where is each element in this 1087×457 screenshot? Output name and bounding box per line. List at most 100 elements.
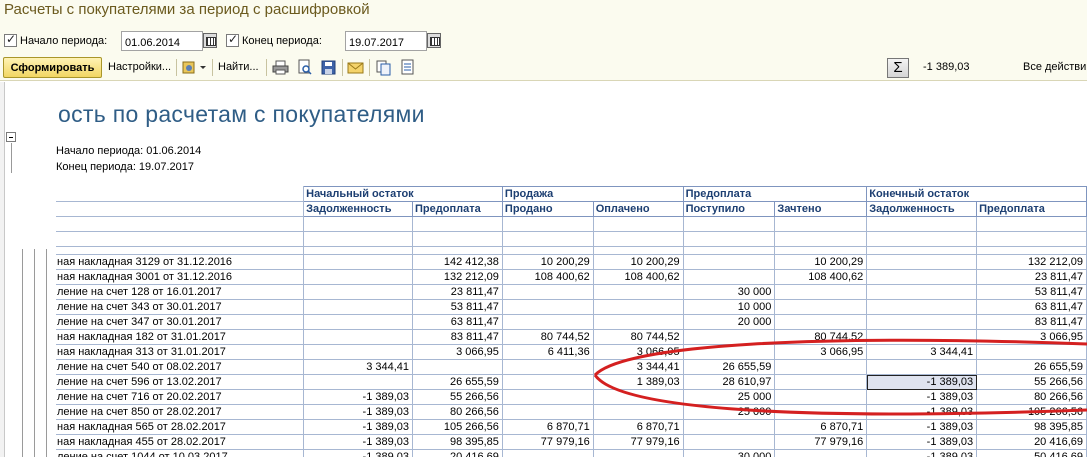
row-value-cell[interactable]: 80 266,56 bbox=[412, 404, 503, 420]
row-value-cell[interactable] bbox=[866, 269, 978, 285]
row-value-cell[interactable] bbox=[774, 404, 868, 420]
row-value-cell[interactable]: 10 200,29 bbox=[774, 254, 868, 270]
row-value-cell[interactable] bbox=[303, 299, 414, 315]
row-value-cell[interactable] bbox=[682, 419, 776, 435]
row-value-cell[interactable]: 30 000 bbox=[682, 284, 776, 300]
row-document-cell[interactable]: ная накладная 3129 от 31.12.2016 bbox=[56, 254, 305, 270]
row-document-cell[interactable]: ление на счет 1044 от 10.03.2017 bbox=[56, 449, 305, 457]
row-value-cell[interactable]: 80 744,52 bbox=[774, 329, 868, 345]
row-value-cell[interactable] bbox=[774, 299, 868, 315]
row-value-cell[interactable]: 77 979,16 bbox=[592, 434, 684, 450]
row-value-cell[interactable] bbox=[682, 254, 776, 270]
find-button[interactable]: Найти... bbox=[218, 61, 259, 73]
row-value-cell[interactable] bbox=[866, 329, 978, 345]
row-value-cell[interactable] bbox=[774, 374, 868, 390]
row-document-cell[interactable]: ление на счет 596 от 13.02.2017 bbox=[56, 374, 305, 390]
row-value-cell[interactable]: 23 811,47 bbox=[976, 269, 1087, 285]
row-value-cell[interactable] bbox=[774, 284, 868, 300]
row-value-cell[interactable] bbox=[592, 449, 684, 457]
preview-icon[interactable] bbox=[296, 59, 313, 76]
row-value-cell[interactable]: -1 389,03 bbox=[303, 449, 414, 457]
row-value-cell[interactable] bbox=[774, 314, 868, 330]
calendar-icon[interactable] bbox=[427, 33, 441, 48]
calendar-icon[interactable] bbox=[203, 33, 217, 48]
row-document-cell[interactable]: ная накладная 3001 от 31.12.2016 bbox=[56, 269, 305, 285]
row-value-cell[interactable] bbox=[412, 359, 503, 375]
row-value-cell[interactable]: 55 266,56 bbox=[976, 374, 1087, 390]
row-value-cell[interactable]: 105 266,56 bbox=[412, 419, 503, 435]
row-value-cell[interactable] bbox=[501, 284, 594, 300]
row-value-cell[interactable]: 55 266,56 bbox=[412, 389, 503, 405]
row-value-cell[interactable]: 26 655,59 bbox=[412, 374, 503, 390]
row-value-cell[interactable] bbox=[501, 404, 594, 420]
row-value-cell[interactable]: 10 200,29 bbox=[592, 254, 684, 270]
row-document-cell[interactable]: ление на счет 540 от 08.02.2017 bbox=[56, 359, 305, 375]
row-value-cell[interactable]: 63 811,47 bbox=[412, 314, 503, 330]
row-value-cell[interactable]: 80 744,52 bbox=[592, 329, 684, 345]
row-value-cell[interactable]: -1 389,03 bbox=[866, 449, 978, 457]
row-document-cell[interactable]: ление на счет 343 от 30.01.2017 bbox=[56, 299, 305, 315]
settings-button[interactable]: Настройки... bbox=[108, 61, 171, 73]
row-value-cell[interactable] bbox=[592, 314, 684, 330]
row-value-cell[interactable]: 105 266,56 bbox=[976, 404, 1087, 420]
row-value-cell[interactable]: 3 344,41 bbox=[866, 344, 978, 360]
row-value-cell[interactable]: 132 212,09 bbox=[412, 269, 503, 285]
row-value-cell[interactable] bbox=[682, 329, 776, 345]
row-document-cell[interactable]: ление на счет 128 от 16.01.2017 bbox=[56, 284, 305, 300]
row-value-cell[interactable]: 50 416,69 bbox=[976, 449, 1087, 457]
row-value-cell[interactable] bbox=[501, 359, 594, 375]
row-value-cell[interactable]: 6 870,71 bbox=[774, 419, 868, 435]
row-value-cell[interactable]: 6 870,71 bbox=[592, 419, 684, 435]
start-period-checkbox[interactable] bbox=[4, 32, 17, 47]
row-value-cell[interactable]: 3 344,41 bbox=[592, 359, 684, 375]
row-value-cell[interactable]: 10 200,29 bbox=[501, 254, 594, 270]
row-document-cell[interactable]: ная накладная 565 от 28.02.2017 bbox=[56, 419, 305, 435]
row-value-cell[interactable]: -1 389,03 bbox=[303, 389, 414, 405]
row-value-cell[interactable] bbox=[501, 374, 594, 390]
row-value-cell[interactable] bbox=[592, 389, 684, 405]
chevron-down-icon[interactable] bbox=[198, 59, 208, 76]
row-value-cell[interactable]: 108 400,62 bbox=[774, 269, 868, 285]
row-value-cell[interactable] bbox=[592, 299, 684, 315]
end-period-checkbox[interactable] bbox=[226, 32, 239, 47]
row-value-cell[interactable]: -1 389,03 bbox=[303, 404, 414, 420]
row-value-cell[interactable]: 30 000 bbox=[682, 449, 776, 457]
row-value-cell[interactable] bbox=[303, 344, 414, 360]
row-value-cell[interactable]: 83 811,47 bbox=[412, 329, 503, 345]
row-value-cell[interactable] bbox=[303, 314, 414, 330]
row-value-cell[interactable] bbox=[866, 314, 978, 330]
selected-cell[interactable]: -1 389,03 bbox=[866, 374, 978, 390]
all-actions-menu[interactable]: Все действи bbox=[1023, 61, 1086, 73]
row-value-cell[interactable] bbox=[303, 374, 414, 390]
row-value-cell[interactable]: 3 066,95 bbox=[774, 344, 868, 360]
row-value-cell[interactable] bbox=[501, 299, 594, 315]
row-value-cell[interactable] bbox=[303, 269, 414, 285]
row-value-cell[interactable]: 23 811,47 bbox=[412, 284, 503, 300]
row-value-cell[interactable]: -1 389,03 bbox=[303, 434, 414, 450]
row-document-cell[interactable]: ление на счет 716 от 20.02.2017 bbox=[56, 389, 305, 405]
copy-icon[interactable] bbox=[375, 59, 392, 76]
generate-button[interactable]: Сформировать bbox=[3, 57, 102, 78]
row-value-cell[interactable] bbox=[866, 254, 978, 270]
row-value-cell[interactable] bbox=[774, 359, 868, 375]
row-value-cell[interactable]: 6 411,36 bbox=[501, 344, 594, 360]
end-period-input[interactable] bbox=[345, 31, 427, 51]
row-value-cell[interactable]: 108 400,62 bbox=[501, 269, 594, 285]
row-value-cell[interactable]: 20 416,69 bbox=[412, 449, 503, 457]
row-value-cell[interactable]: -1 389,03 bbox=[866, 404, 978, 420]
row-value-cell[interactable]: 3 066,95 bbox=[976, 329, 1087, 345]
row-value-cell[interactable]: 108 400,62 bbox=[592, 269, 684, 285]
row-value-cell[interactable] bbox=[303, 284, 414, 300]
row-document-cell[interactable]: ная накладная 182 от 31.01.2017 bbox=[56, 329, 305, 345]
row-value-cell[interactable]: 26 655,59 bbox=[682, 359, 776, 375]
row-value-cell[interactable]: -1 389,03 bbox=[866, 434, 978, 450]
row-value-cell[interactable] bbox=[592, 284, 684, 300]
row-value-cell[interactable]: 20 000 bbox=[682, 314, 776, 330]
row-value-cell[interactable] bbox=[774, 449, 868, 457]
mail-icon[interactable] bbox=[347, 59, 364, 76]
row-value-cell[interactable] bbox=[682, 269, 776, 285]
row-value-cell[interactable] bbox=[774, 389, 868, 405]
row-value-cell[interactable]: 63 811,47 bbox=[976, 299, 1087, 315]
sum-icon[interactable]: Σ bbox=[887, 58, 909, 78]
row-value-cell[interactable]: 83 811,47 bbox=[976, 314, 1087, 330]
